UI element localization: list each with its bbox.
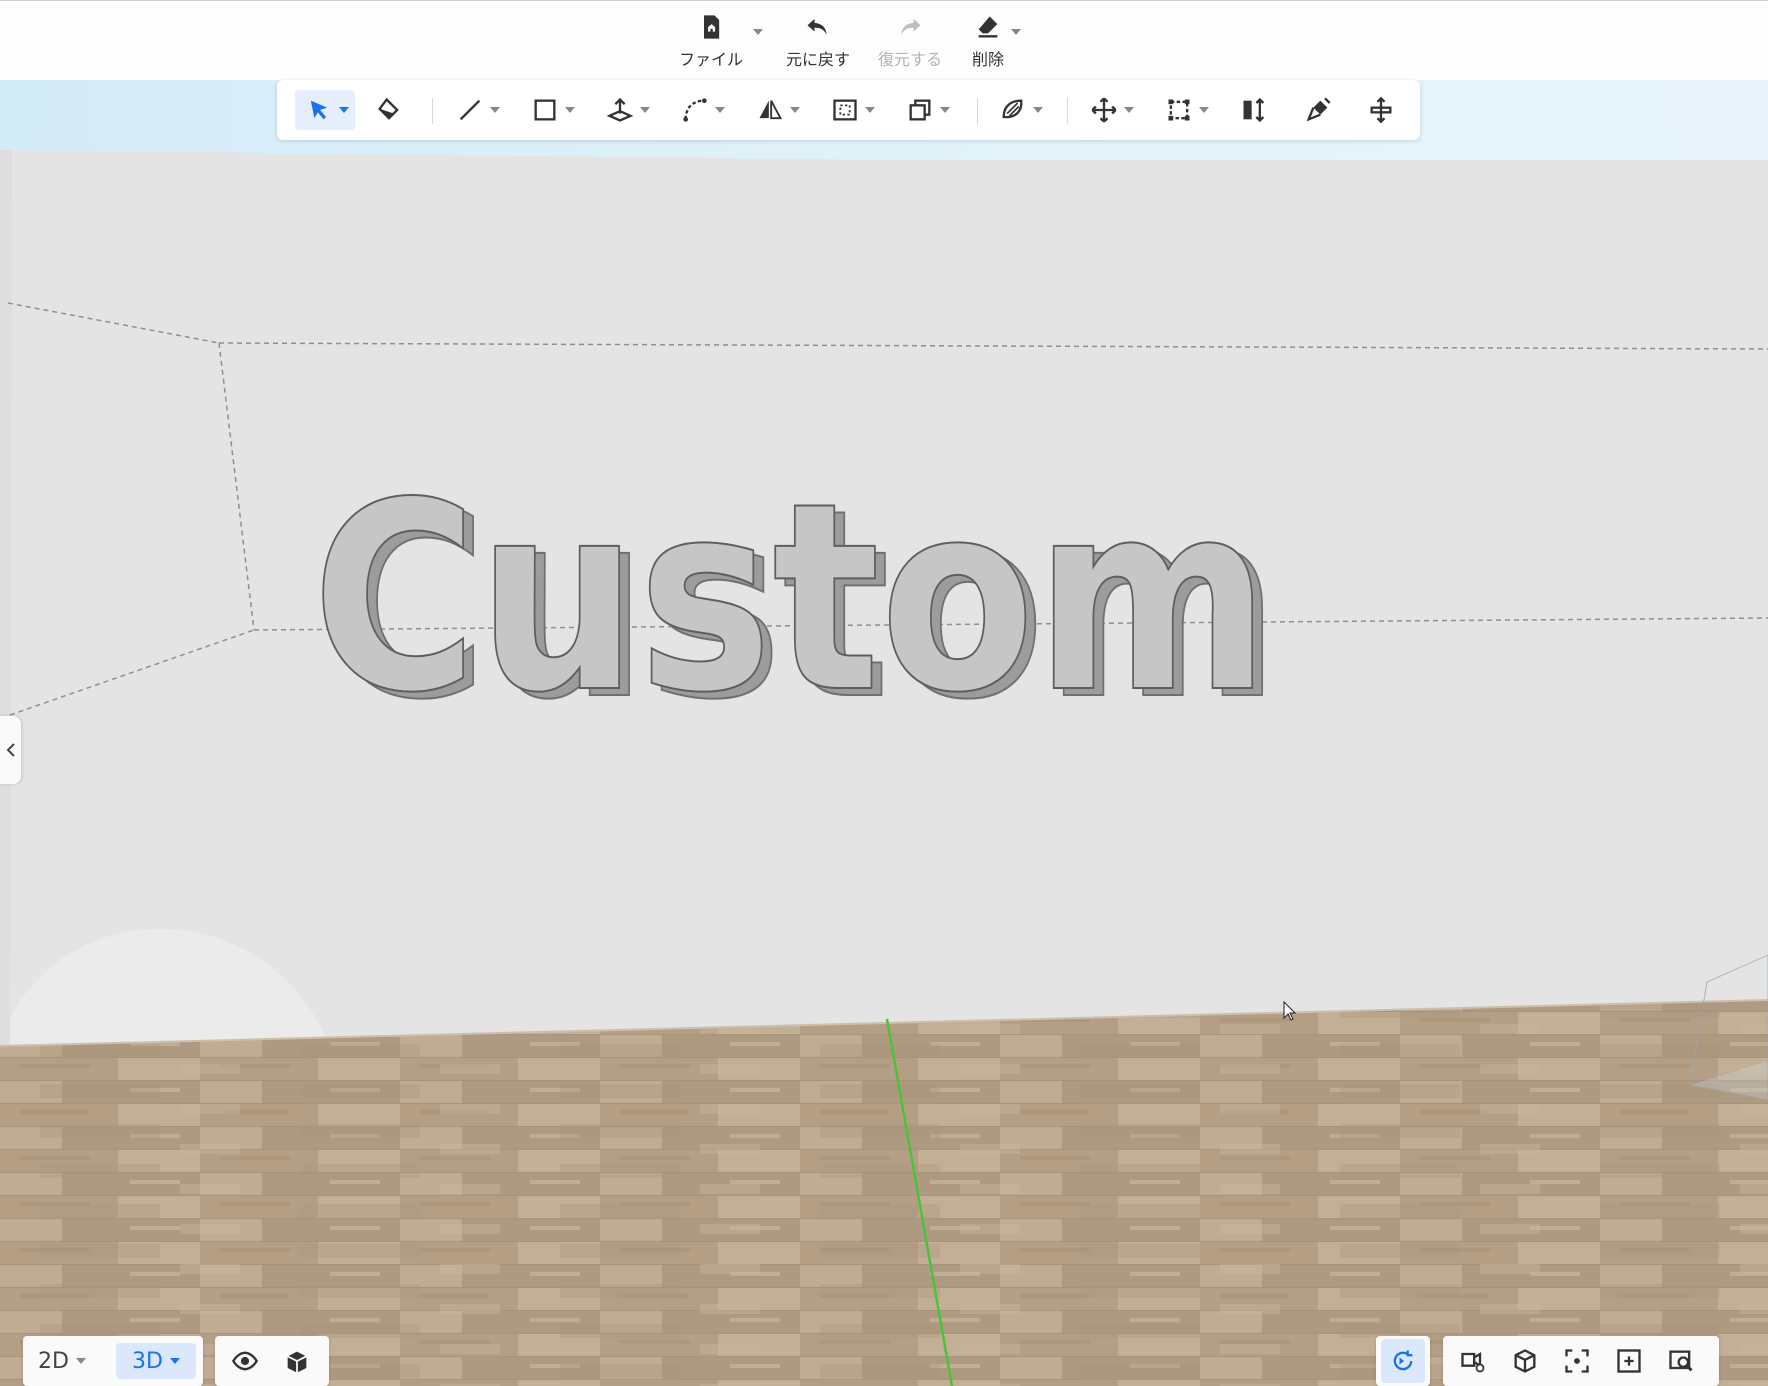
- top-header: ファイル 元に戻す 復元する 削除: [0, 0, 1768, 80]
- line-tool[interactable]: [456, 90, 500, 130]
- arc-tool-caret[interactable]: [715, 107, 725, 113]
- orbit-icon: [1393, 1350, 1413, 1371]
- undo-icon: [807, 18, 827, 35]
- tool-toolbar: [277, 80, 1420, 140]
- camera-panel: [1443, 1336, 1719, 1386]
- view-2d-label: 2D: [38, 1348, 69, 1374]
- perspective-cube-icon: [1514, 1349, 1536, 1373]
- cube-icon: [287, 1351, 307, 1373]
- rectangle-tool[interactable]: [531, 90, 575, 130]
- select-tool[interactable]: [295, 90, 355, 130]
- rectangle-tool-caret[interactable]: [565, 107, 575, 113]
- zoom-window-icon: [1669, 1350, 1693, 1372]
- left-panel-toggle[interactable]: [0, 716, 21, 784]
- align-icon: [1243, 97, 1265, 123]
- redo-button[interactable]: 復元する: [874, 11, 946, 73]
- orbit-panel: [1376, 1336, 1430, 1386]
- group-tool-caret[interactable]: [1199, 107, 1209, 113]
- eraser-icon: [978, 16, 998, 38]
- material-tool-caret[interactable]: [1033, 107, 1043, 113]
- copy-tool-caret[interactable]: [940, 107, 950, 113]
- move-icon: [1091, 97, 1117, 123]
- stretch-tool[interactable]: [1367, 90, 1395, 130]
- undo-button[interactable]: 元に戻す: [782, 11, 854, 73]
- align-tool[interactable]: [1240, 90, 1268, 130]
- paint-bucket-icon: [378, 97, 399, 120]
- file-button[interactable]: ファイル: [678, 11, 744, 73]
- delete-button[interactable]: 削除: [966, 11, 1010, 73]
- redo-label: 復元する: [877, 50, 942, 69]
- camera-settings-button[interactable]: [1457, 1345, 1489, 1377]
- file-dropdown-caret[interactable]: [753, 29, 763, 35]
- material-tool[interactable]: [999, 90, 1043, 130]
- perspective-button[interactable]: [1509, 1345, 1541, 1377]
- delete-dropdown-caret[interactable]: [1011, 29, 1021, 35]
- chevron-left-icon: [6, 743, 15, 757]
- toolbar-divider: [432, 98, 433, 124]
- toolbar-divider: [977, 98, 978, 124]
- brush-icon: [1306, 97, 1331, 122]
- display-panel: [215, 1336, 329, 1386]
- file-icon: [704, 15, 720, 39]
- file-label: ファイル: [678, 50, 743, 69]
- focus-button[interactable]: [1561, 1345, 1593, 1377]
- visibility-button[interactable]: [229, 1345, 261, 1377]
- offset-tool[interactable]: [831, 90, 875, 130]
- view-mode-panel: 2D 3D: [23, 1336, 203, 1386]
- redo-icon: [901, 18, 921, 35]
- arc-tool[interactable]: [681, 90, 725, 130]
- move-tool[interactable]: [1090, 90, 1134, 130]
- scene-render: Custom Custom: [0, 150, 1768, 1386]
- select-icon: [310, 100, 328, 120]
- offset-icon: [833, 99, 857, 121]
- orbit-button[interactable]: [1381, 1339, 1425, 1383]
- focus-icon: [1565, 1349, 1589, 1373]
- line-icon: [459, 99, 481, 121]
- brush-tool[interactable]: [1304, 90, 1332, 130]
- push-pull-tool-caret[interactable]: [640, 107, 650, 113]
- zoom-extents-icon: [1617, 1349, 1641, 1373]
- zoom-extents-button[interactable]: [1613, 1345, 1645, 1377]
- copy-tool[interactable]: [906, 90, 950, 130]
- camera-settings-icon: [1461, 1351, 1485, 1373]
- delete-label: 削除: [971, 50, 1004, 69]
- group-tool[interactable]: [1165, 90, 1209, 130]
- move-tool-caret[interactable]: [1124, 107, 1134, 113]
- view-3d-caret[interactable]: [169, 1358, 180, 1364]
- zoom-window-button[interactable]: [1665, 1345, 1697, 1377]
- view-3d-label: 3D: [132, 1348, 163, 1374]
- offset-tool-caret[interactable]: [865, 107, 875, 113]
- push-pull-tool[interactable]: [606, 90, 650, 130]
- copy-icon: [909, 99, 931, 121]
- rectangle-icon: [534, 99, 556, 121]
- mirror-tool[interactable]: [756, 90, 800, 130]
- toolbar-divider: [1067, 98, 1068, 124]
- view-2d-button[interactable]: 2D: [31, 1343, 93, 1379]
- mirror-icon: [759, 100, 783, 120]
- box-view-button[interactable]: [281, 1345, 313, 1377]
- stretch-icon: [1370, 96, 1392, 124]
- select-tool-caret[interactable]: [339, 107, 349, 113]
- view-3d-button[interactable]: 3D: [116, 1343, 196, 1379]
- line-tool-caret[interactable]: [490, 107, 500, 113]
- 3d-viewport[interactable]: Custom Custom: [0, 80, 1768, 1386]
- undo-label: 元に戻す: [785, 50, 850, 69]
- paint-bucket-tool[interactable]: [375, 90, 403, 130]
- view-2d-caret[interactable]: [75, 1358, 86, 1364]
- arc-icon: [683, 98, 707, 122]
- custom-3d-text: Custom: [312, 448, 1270, 750]
- mirror-tool-caret[interactable]: [790, 107, 800, 113]
- push-pull-icon: [606, 97, 634, 122]
- group-icon: [1168, 99, 1190, 121]
- eye-icon: [231, 1351, 259, 1371]
- material-icon: [1002, 99, 1023, 119]
